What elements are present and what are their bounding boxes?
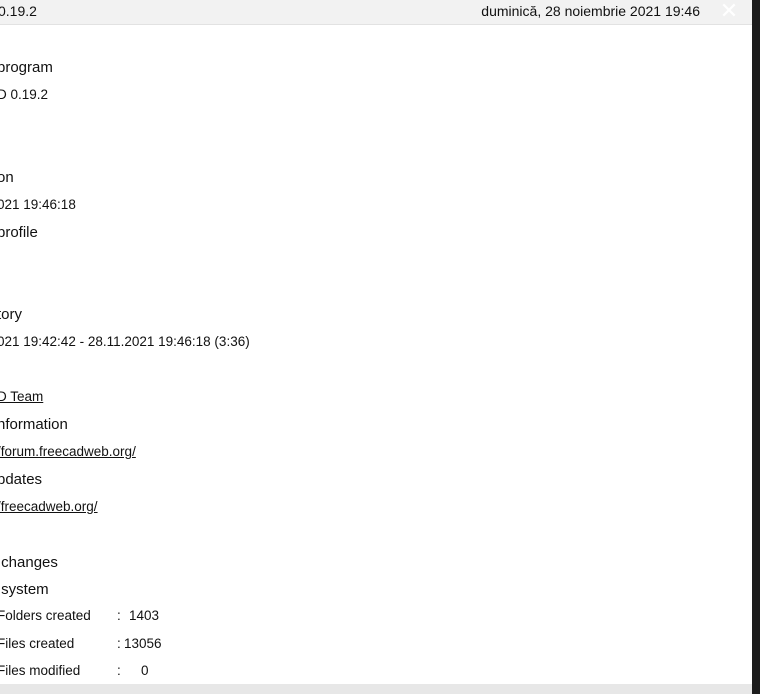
- installer-log-window: 0.19.2 duminică, 28 noiembrie 2021 19:46…: [0, 0, 752, 694]
- profile-label: profile: [0, 224, 38, 241]
- status-bar: [0, 684, 752, 694]
- session-value: 021 19:46:18: [0, 197, 76, 212]
- close-icon[interactable]: ✕: [714, 0, 744, 24]
- session-label: on: [0, 169, 14, 186]
- stat-label: Folders created: [0, 608, 91, 623]
- stat-separator: :: [117, 663, 121, 678]
- window-edge: [752, 0, 760, 694]
- history-value: 021 19:42:42 - 28.11.2021 19:46:18 (3:36…: [0, 334, 250, 349]
- stat-value: 1403: [129, 608, 160, 623]
- updates-label: pdates: [0, 471, 43, 488]
- changes-label: changes: [0, 554, 58, 571]
- history-label: tory: [0, 306, 23, 323]
- stat-row: Files created : 13056: [0, 636, 297, 656]
- website-link[interactable]: /freecadweb.org/: [0, 499, 98, 514]
- information-label: nformation: [0, 416, 68, 433]
- stat-value: 13056: [124, 636, 162, 651]
- window-title: 0.19.2: [0, 3, 37, 19]
- stat-row: Files modified : 0: [0, 663, 297, 683]
- forum-link[interactable]: /forum.freecadweb.org/: [0, 444, 136, 459]
- program-value: D 0.19.2: [0, 87, 49, 102]
- stat-label: Files created: [0, 636, 75, 651]
- stat-value: 0: [141, 663, 149, 678]
- system-label: system: [0, 581, 49, 598]
- stat-separator: :: [117, 608, 121, 623]
- team-link[interactable]: D Team: [0, 389, 43, 404]
- title-datetime: duminică, 28 noiembrie 2021 19:46: [481, 3, 700, 19]
- program-label: program: [0, 59, 53, 76]
- stat-row: Folders created : 1403: [0, 608, 297, 628]
- stat-separator: :: [117, 636, 121, 651]
- title-bar: 0.19.2 duminică, 28 noiembrie 2021 19:46…: [0, 0, 752, 25]
- stat-label: Files modified: [0, 663, 81, 678]
